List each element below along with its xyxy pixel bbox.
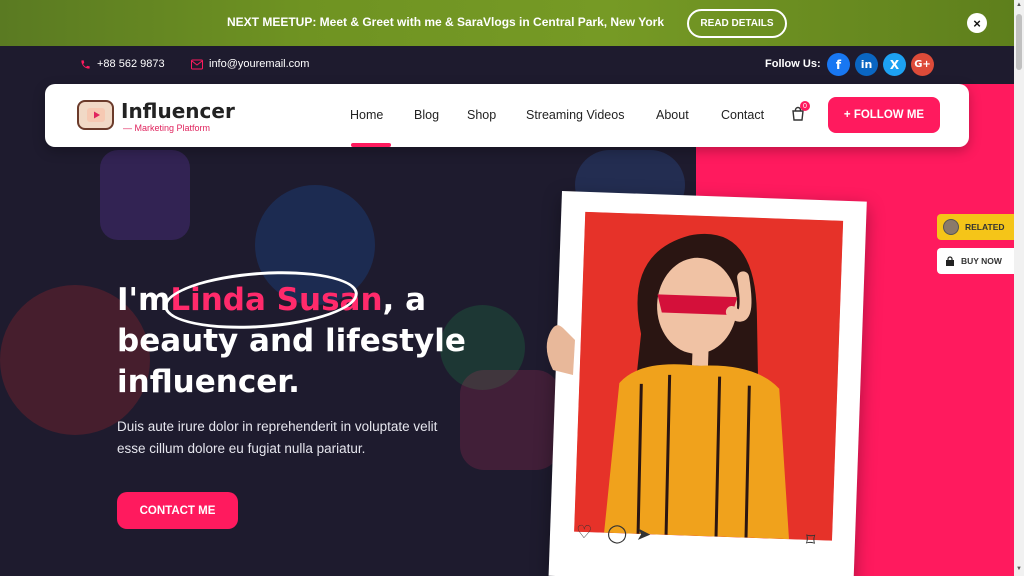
phone-text: +88 562 9873 [97, 58, 165, 70]
mail-icon [191, 59, 203, 69]
page-scrollbar[interactable]: ▲ ▼ [1014, 0, 1024, 576]
avatar-icon [943, 219, 959, 235]
comment-icon[interactable]: ◯ [607, 523, 628, 545]
follow-us-label: Follow Us: [765, 58, 821, 70]
close-icon[interactable]: × [967, 13, 987, 33]
scroll-thumb[interactable] [1016, 14, 1022, 70]
email-text: info@youremail.com [209, 58, 310, 70]
bg-twitch-shape [100, 150, 190, 240]
logo-title[interactable]: Influencer [121, 99, 235, 123]
nav-streaming-videos[interactable]: Streaming Videos [526, 108, 624, 122]
hand-shape [546, 325, 575, 375]
buy-now-label: BUY NOW [961, 256, 1002, 266]
hero-headline-line3: influencer. [117, 364, 300, 400]
facebook-icon[interactable]: f [827, 53, 850, 76]
email-info[interactable]: info@youremail.com [191, 58, 309, 70]
hero-suffix: , a [382, 282, 427, 318]
bookmark-icon[interactable]: ⌑ [806, 530, 816, 551]
related-label: RELATED [965, 222, 1005, 232]
linkedin-icon[interactable]: in [855, 53, 878, 76]
announcement-text: NEXT MEETUP: Meet & Greet with me & Sara… [227, 15, 665, 29]
hero-headline-line2: beauty and lifestyle [117, 323, 466, 359]
logo-play-icon[interactable] [77, 100, 114, 130]
phone-info[interactable]: +88 562 9873 [80, 58, 165, 70]
heart-icon[interactable]: ♡ [576, 522, 593, 544]
nav-shop[interactable]: Shop [467, 108, 496, 122]
phone-icon [81, 59, 90, 69]
send-icon[interactable]: ➤ [636, 524, 652, 546]
cart-count-badge: 0 [800, 101, 810, 111]
nav-blog[interactable]: Blog [414, 108, 439, 122]
hero-prefix: I'm [117, 282, 171, 318]
buy-now-button[interactable]: BUY NOW [937, 248, 1014, 274]
influencer-photo [574, 211, 844, 541]
scroll-up-icon[interactable]: ▲ [1016, 2, 1022, 8]
bag-icon [946, 255, 954, 266]
google-plus-icon[interactable]: G+ [911, 53, 934, 76]
related-button[interactable]: RELATED [937, 214, 1014, 240]
read-details-button[interactable]: READ DETAILS [687, 9, 787, 38]
announcement-bar: NEXT MEETUP: Meet & Greet with me & Sara… [0, 0, 1014, 46]
nav-active-indicator [351, 143, 391, 147]
hero-description: Duis aute irure dolor in reprehenderit i… [117, 419, 438, 456]
scroll-down-icon[interactable]: ▼ [1016, 566, 1022, 572]
follow-me-button[interactable]: + FOLLOW ME [828, 97, 940, 133]
logo-subtitle: — Marketing Platform [123, 123, 211, 133]
x-icon[interactable]: X [883, 53, 906, 76]
main-navbar: Influencer — Marketing Platform Home Blo… [45, 84, 969, 147]
nav-home[interactable]: Home [350, 108, 383, 122]
contact-bar: +88 562 9873 info@youremail.com Follow U… [0, 46, 1014, 84]
nav-about[interactable]: About [656, 108, 689, 122]
polaroid-frame: ♡ ◯ ➤ ⌑ [548, 191, 867, 576]
nav-contact[interactable]: Contact [721, 108, 764, 122]
bg-instagram-shape [460, 370, 560, 470]
contact-me-button[interactable]: CONTACT ME [117, 492, 238, 529]
